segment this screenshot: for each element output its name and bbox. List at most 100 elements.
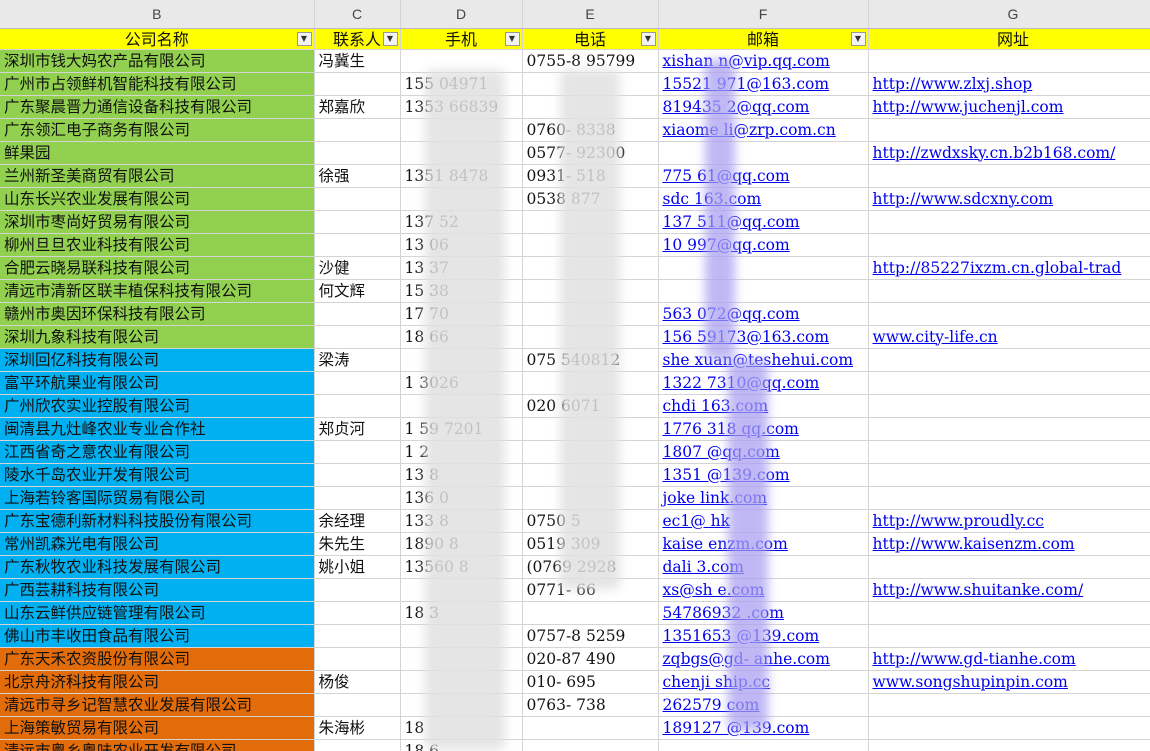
cell-company[interactable]: 合肥云晓易联科技有限公司 [0,256,315,280]
cell-email[interactable]: 563 072@qq.com [658,302,869,326]
cell-website[interactable] [868,371,1150,395]
cell-contact[interactable] [314,187,401,211]
cell-contact[interactable] [314,624,401,648]
cell-contact[interactable] [314,72,401,96]
cell-website[interactable]: http://85227ixzm.cn.global-trad [868,256,1150,280]
dropdown-arrow-icon[interactable]: ▼ [382,32,398,46]
cell-company[interactable]: 清远市清新区联丰植保科技有限公司 [0,279,315,303]
cell-email[interactable] [658,739,869,751]
cell-contact[interactable] [314,578,401,602]
cell-company[interactable]: 柳州旦旦农业科技有限公司 [0,233,315,257]
header-contact[interactable]: 联系人 ▼ [314,28,401,50]
cell-website[interactable]: www.city-life.cn [868,325,1150,349]
cell-contact[interactable] [314,233,401,257]
cell-website[interactable] [868,417,1150,441]
cell-company[interactable]: 广州欣农实业控股有限公司 [0,394,315,418]
cell-contact[interactable] [314,739,401,751]
cell-website[interactable] [868,210,1150,234]
cell-contact[interactable] [314,440,401,464]
cell-website[interactable] [868,716,1150,740]
cell-website[interactable]: http://zwdxsky.cn.b2b168.com/ [868,141,1150,165]
dropdown-arrow-icon[interactable]: ▼ [850,32,866,46]
cell-email[interactable]: xishan n@vip.qq.com [658,49,869,73]
cell-contact[interactable]: 郑贞河 [314,417,401,441]
cell-contact[interactable] [314,463,401,487]
cell-email[interactable]: 156 59173@163.com [658,325,869,349]
cell-company[interactable]: 广东天禾农资股份有限公司 [0,647,315,671]
cell-contact[interactable]: 沙健 [314,256,401,280]
cell-contact[interactable] [314,394,401,418]
cell-company[interactable]: 广西芸耕科技有限公司 [0,578,315,602]
cell-company[interactable]: 清远市粤乡粤味农业开发有限公司 [0,739,315,751]
cell-contact[interactable]: 朱先生 [314,532,401,556]
cell-contact[interactable]: 姚小姐 [314,555,401,579]
cell-website[interactable] [868,739,1150,751]
header-email[interactable]: 邮箱 ▼ [658,28,869,50]
cell-contact[interactable] [314,302,401,326]
column-letter-e[interactable]: E [522,0,659,29]
cell-company[interactable]: 山东长兴农业发展有限公司 [0,187,315,211]
cell-contact[interactable] [314,118,401,142]
cell-website[interactable]: http://www.juchenjl.com [868,95,1150,119]
header-website[interactable]: 网址 [868,28,1150,50]
cell-contact[interactable]: 何文辉 [314,279,401,303]
cell-email[interactable]: 15521 971@163.com [658,72,869,96]
cell-company[interactable]: 深圳九象科技有限公司 [0,325,315,349]
cell-phone[interactable] [522,716,659,740]
cell-company[interactable]: 江西省奇之意农业有限公司 [0,440,315,464]
cell-website[interactable] [868,49,1150,73]
cell-website[interactable] [868,118,1150,142]
header-company[interactable]: 公司名称 ▼ [0,28,315,50]
cell-website[interactable]: http://www.proudly.cc [868,509,1150,533]
cell-contact[interactable]: 杨俊 [314,670,401,694]
cell-contact[interactable] [314,141,401,165]
cell-website[interactable]: http://www.kaisenzm.com [868,532,1150,556]
cell-contact[interactable]: 梁涛 [314,348,401,372]
cell-phone[interactable] [522,739,659,751]
header-mobile[interactable]: 手机 ▼ [400,28,523,50]
column-letter-g[interactable]: G [868,0,1150,29]
cell-company[interactable]: 赣州市奥因环保科技有限公司 [0,302,315,326]
cell-contact[interactable]: 朱海彬 [314,716,401,740]
cell-website[interactable] [868,601,1150,625]
cell-email[interactable]: xiaome li@zrp.com.cn [658,118,869,142]
cell-email[interactable]: sdc 163.com [658,187,869,211]
cell-email[interactable]: 137 511@qq.com [658,210,869,234]
column-letter-c[interactable]: C [314,0,401,29]
column-letter-d[interactable]: D [400,0,523,29]
cell-website[interactable]: www.songshupinpin.com [868,670,1150,694]
cell-email[interactable]: 819435 2@qq.com [658,95,869,119]
cell-contact[interactable] [314,371,401,395]
cell-email[interactable] [658,141,869,165]
cell-website[interactable] [868,394,1150,418]
cell-contact[interactable] [314,486,401,510]
cell-company[interactable]: 深圳回亿科技有限公司 [0,348,315,372]
cell-website[interactable] [868,440,1150,464]
cell-website[interactable] [868,463,1150,487]
cell-company[interactable]: 山东云鲜供应链管理有限公司 [0,601,315,625]
cell-company[interactable]: 鲜果园 [0,141,315,165]
header-phone[interactable]: 电话 ▼ [522,28,659,50]
column-letter-f[interactable]: F [658,0,869,29]
cell-company[interactable]: 广东秋牧农业科技发展有限公司 [0,555,315,579]
cell-website[interactable] [868,693,1150,717]
cell-phone[interactable]: 010- 695 [522,670,659,694]
cell-phone[interactable]: 0757-8 5259 [522,624,659,648]
cell-email[interactable] [658,256,869,280]
cell-company[interactable]: 广东宝德利新材料科技股份有限公司 [0,509,315,533]
cell-contact[interactable]: 余经理 [314,509,401,533]
cell-company[interactable]: 兰州新圣美商贸有限公司 [0,164,315,188]
cell-company[interactable]: 富平环航果业有限公司 [0,371,315,395]
cell-email[interactable] [658,279,869,303]
cell-website[interactable]: http://www.gd-tianhe.com [868,647,1150,671]
cell-website[interactable] [868,302,1150,326]
cell-company[interactable]: 广东聚晨晋力通信设备科技有限公司 [0,95,315,119]
cell-contact[interactable]: 冯冀生 [314,49,401,73]
cell-contact[interactable] [314,325,401,349]
cell-email[interactable]: 10 997@qq.com [658,233,869,257]
cell-phone[interactable]: 020-87 490 [522,647,659,671]
cell-contact[interactable] [314,210,401,234]
cell-website[interactable]: http://www.zlxj.shop [868,72,1150,96]
cell-contact[interactable] [314,601,401,625]
cell-website[interactable] [868,164,1150,188]
